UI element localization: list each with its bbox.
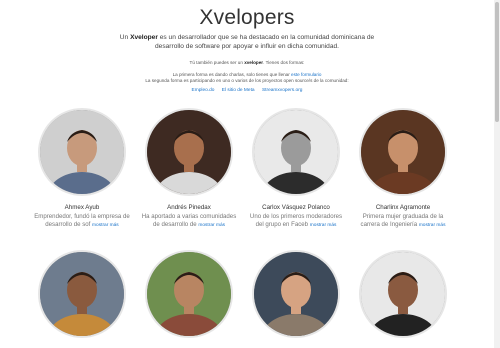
person-card[interactable]: Charlinx Agramonte Primera mujer graduada…	[353, 108, 453, 237]
project-link-meta[interactable]: El sitio de Meta	[222, 88, 255, 93]
project-link-stream[interactable]: Streamxvopers.org	[262, 88, 303, 93]
avatar-photo	[40, 110, 124, 194]
scrollbar[interactable]	[494, 0, 500, 348]
show-more-link[interactable]: mostrar más	[92, 223, 119, 228]
intro-prefix: Un	[119, 34, 131, 41]
project-link-empleo[interactable]: Empleo.do	[192, 88, 215, 93]
show-more-link[interactable]: mostrar más	[198, 223, 225, 228]
person-description: Emprendedor, fundó la empresa de desarro…	[32, 213, 132, 237]
page: Xvelopers Un Xveloper es un desarrollado…	[0, 0, 494, 348]
person-card[interactable]: Andrés Pinedax Ha aportado a varias comun…	[139, 108, 239, 237]
person-name: Ahmex Ayub	[64, 204, 100, 211]
person-avatar[interactable]	[252, 250, 340, 338]
avatar-photo	[147, 110, 231, 194]
intro-text: Un Xveloper es un desarrollador que se h…	[110, 33, 384, 51]
person-card[interactable]	[246, 250, 346, 338]
person-avatar[interactable]	[252, 108, 340, 196]
person-avatar[interactable]	[359, 108, 447, 196]
person-card[interactable]	[139, 250, 239, 338]
person-description: Uno de los primeros moderadores del grup…	[246, 213, 346, 237]
person-avatar[interactable]	[38, 108, 126, 196]
second-form-text: La segunda forma es participando en uno …	[145, 78, 349, 83]
you-too-bold: xveloper	[244, 60, 264, 65]
show-more-link[interactable]: mostrar más	[310, 223, 337, 228]
person-avatar[interactable]	[38, 250, 126, 338]
avatar-photo	[254, 252, 338, 336]
avatar-photo	[147, 252, 231, 336]
first-form-prefix: La primera forma es dando charlas, solo …	[172, 72, 292, 77]
projects-links: Empleo.do El sitio de Meta Streamxvopers…	[0, 88, 494, 93]
person-name: Andrés Pinedax	[167, 204, 211, 211]
form-link[interactable]: este formulario	[291, 72, 321, 77]
show-more-link[interactable]: mostrar más	[419, 223, 446, 228]
avatar-photo	[361, 252, 445, 336]
avatar-photo	[40, 252, 124, 336]
person-avatar[interactable]	[145, 108, 233, 196]
person-name: Charlinx Agramonte	[375, 204, 431, 211]
person-card[interactable]: Carlox Vásquez Polanco Uno de los primero…	[246, 108, 346, 237]
person-card[interactable]	[32, 250, 132, 338]
you-too-prefix: Tú también puedes ser un	[189, 60, 245, 65]
person-avatar[interactable]	[359, 250, 447, 338]
page-title: Xvelopers	[199, 6, 295, 29]
intro-bold: Xveloper	[130, 34, 158, 41]
scrollbar-thumb[interactable]	[495, 2, 499, 122]
person-card[interactable]	[353, 250, 453, 338]
person-card[interactable]: Ahmex Ayub Emprendedor, fundó la empresa …	[32, 108, 132, 237]
person-avatar[interactable]	[145, 250, 233, 338]
avatar-photo	[254, 110, 338, 194]
you-too-suffix: . Tienes dos formas:	[263, 60, 305, 65]
avatar-photo	[361, 110, 445, 194]
intro-suffix: es un desarrollador que se ha destacado …	[155, 34, 375, 50]
person-description: Primera mujer graduada de la carrera de …	[353, 213, 453, 237]
you-too-text: Tú también puedes ser un xveloper. Tiene…	[0, 60, 494, 66]
person-description: Ha aportado a varias comunidades de desa…	[139, 213, 239, 237]
person-name: Carlox Vásquez Polanco	[262, 204, 330, 211]
